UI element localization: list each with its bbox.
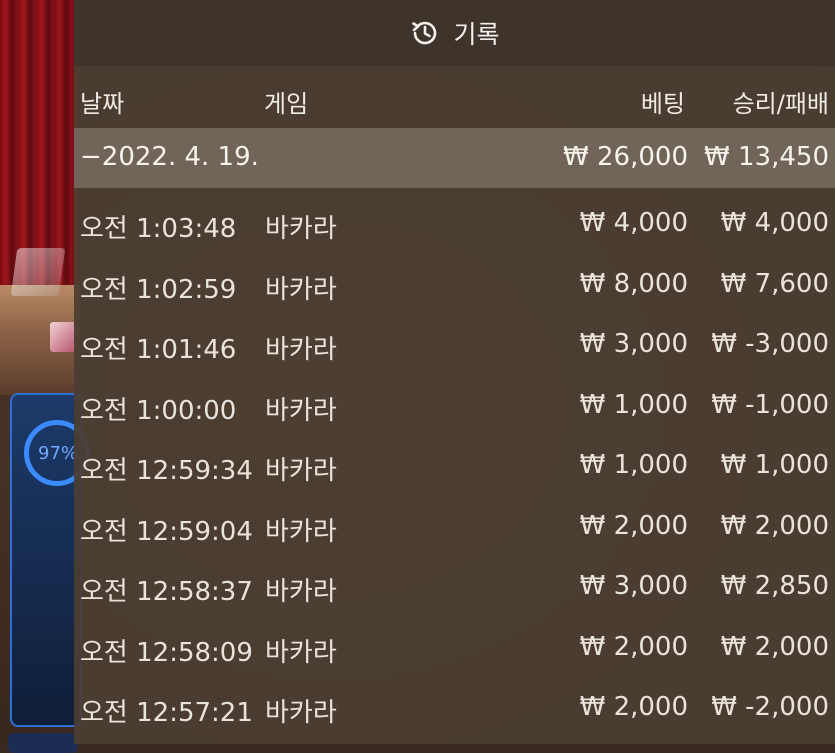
row-bet: ₩ 8,000 <box>579 268 688 299</box>
row-game: 바카라 <box>265 637 337 668</box>
row-game: 바카라 <box>265 516 337 547</box>
row-time: 오전 12:59:34 <box>80 456 253 486</box>
row-result: ₩ -2,000 <box>711 692 829 722</box>
column-headers: 날짜 게임 베팅 승리/패배 <box>74 66 835 128</box>
history-icon <box>409 17 441 49</box>
history-row[interactable]: 오전 12:59:04 바카라 ₩ 2,000 ₩ 2,000 <box>74 496 835 557</box>
history-list: 오전 1:03:48 바카라 ₩ 4,000 ₩ 4,000 오전 1:02:5… <box>74 193 835 738</box>
row-bet: ₩ 1,000 <box>579 450 688 480</box>
day-group-row[interactable]: −2022. 4. 19. ₩ 26,000 ₩ 13,450 <box>74 128 835 188</box>
row-time: 오전 1:03:48 <box>80 214 237 244</box>
row-time: 오전 12:58:09 <box>80 637 253 668</box>
column-game: 게임 <box>264 90 309 118</box>
row-game: 바카라 <box>265 456 337 486</box>
column-bet: 베팅 <box>640 90 685 118</box>
history-row[interactable]: 오전 12:57:21 바카라 ₩ 2,000 ₩ -2,000 <box>74 677 835 738</box>
history-row[interactable]: 오전 12:58:37 바카라 ₩ 3,000 ₩ 2,850 <box>74 556 835 617</box>
row-result: ₩ -3,000 <box>711 329 829 359</box>
row-time: 오전 1:00:00 <box>80 395 237 426</box>
row-time: 오전 12:58:37 <box>80 577 253 607</box>
history-row[interactable]: 오전 12:58:09 바카라 ₩ 2,000 ₩ 2,000 <box>74 617 835 678</box>
row-game: 바카라 <box>265 335 337 365</box>
column-date: 날짜 <box>80 90 125 118</box>
row-game: 바카라 <box>265 395 337 426</box>
history-row[interactable]: 오전 1:00:00 바카라 ₩ 1,000 ₩ -1,000 <box>74 375 835 436</box>
row-game: 바카라 <box>265 698 337 728</box>
history-row[interactable]: 오전 12:59:34 바카라 ₩ 1,000 ₩ 1,000 <box>74 435 835 496</box>
row-time: 오전 1:02:59 <box>80 274 237 305</box>
row-bet: ₩ 2,000 <box>579 631 688 662</box>
row-time: 오전 1:01:46 <box>80 335 237 365</box>
row-result: ₩ 4,000 <box>720 208 829 238</box>
history-row[interactable]: 오전 1:02:59 바카라 ₩ 8,000 ₩ 7,600 <box>74 254 835 315</box>
row-game: 바카라 <box>265 214 337 244</box>
row-result: ₩ 2,000 <box>720 631 829 662</box>
row-result: ₩ 2,000 <box>720 510 829 541</box>
row-bet: ₩ 2,000 <box>579 510 688 541</box>
history-panel: 기록 날짜 게임 베팅 승리/패배 −2022. 4. 19. ₩ 26,000… <box>74 0 835 744</box>
history-row[interactable]: 오전 1:01:46 바카라 ₩ 3,000 ₩ -3,000 <box>74 314 835 375</box>
row-game: 바카라 <box>265 274 337 305</box>
row-bet: ₩ 1,000 <box>579 389 688 420</box>
row-bet: ₩ 3,000 <box>579 329 688 359</box>
row-result: ₩ 2,850 <box>720 571 829 601</box>
row-bet: ₩ 2,000 <box>579 692 688 722</box>
column-result: 승리/패배 <box>732 90 829 118</box>
panel-header: 기록 <box>74 0 835 66</box>
row-bet: ₩ 3,000 <box>579 571 688 601</box>
row-bet: ₩ 4,000 <box>579 208 688 238</box>
row-result: ₩ -1,000 <box>711 389 829 420</box>
card-shoe <box>10 248 66 296</box>
row-time: 오전 12:57:21 <box>80 698 253 728</box>
progress-label: 97% <box>38 443 79 464</box>
day-group-bet-total: ₩ 26,000 <box>563 142 688 172</box>
bottom-bar[interactable] <box>8 733 78 753</box>
day-group-date: −2022. 4. 19. <box>80 142 259 172</box>
row-result: ₩ 7,600 <box>720 268 829 299</box>
panel-title: 기록 <box>453 20 500 49</box>
history-row[interactable]: 오전 1:03:48 바카라 ₩ 4,000 ₩ 4,000 <box>74 193 835 254</box>
row-game: 바카라 <box>265 577 337 607</box>
row-result: ₩ 1,000 <box>720 450 829 480</box>
day-group-result-total: ₩ 13,450 <box>704 142 829 172</box>
row-time: 오전 12:59:04 <box>80 516 253 547</box>
card-decoration <box>50 322 76 352</box>
